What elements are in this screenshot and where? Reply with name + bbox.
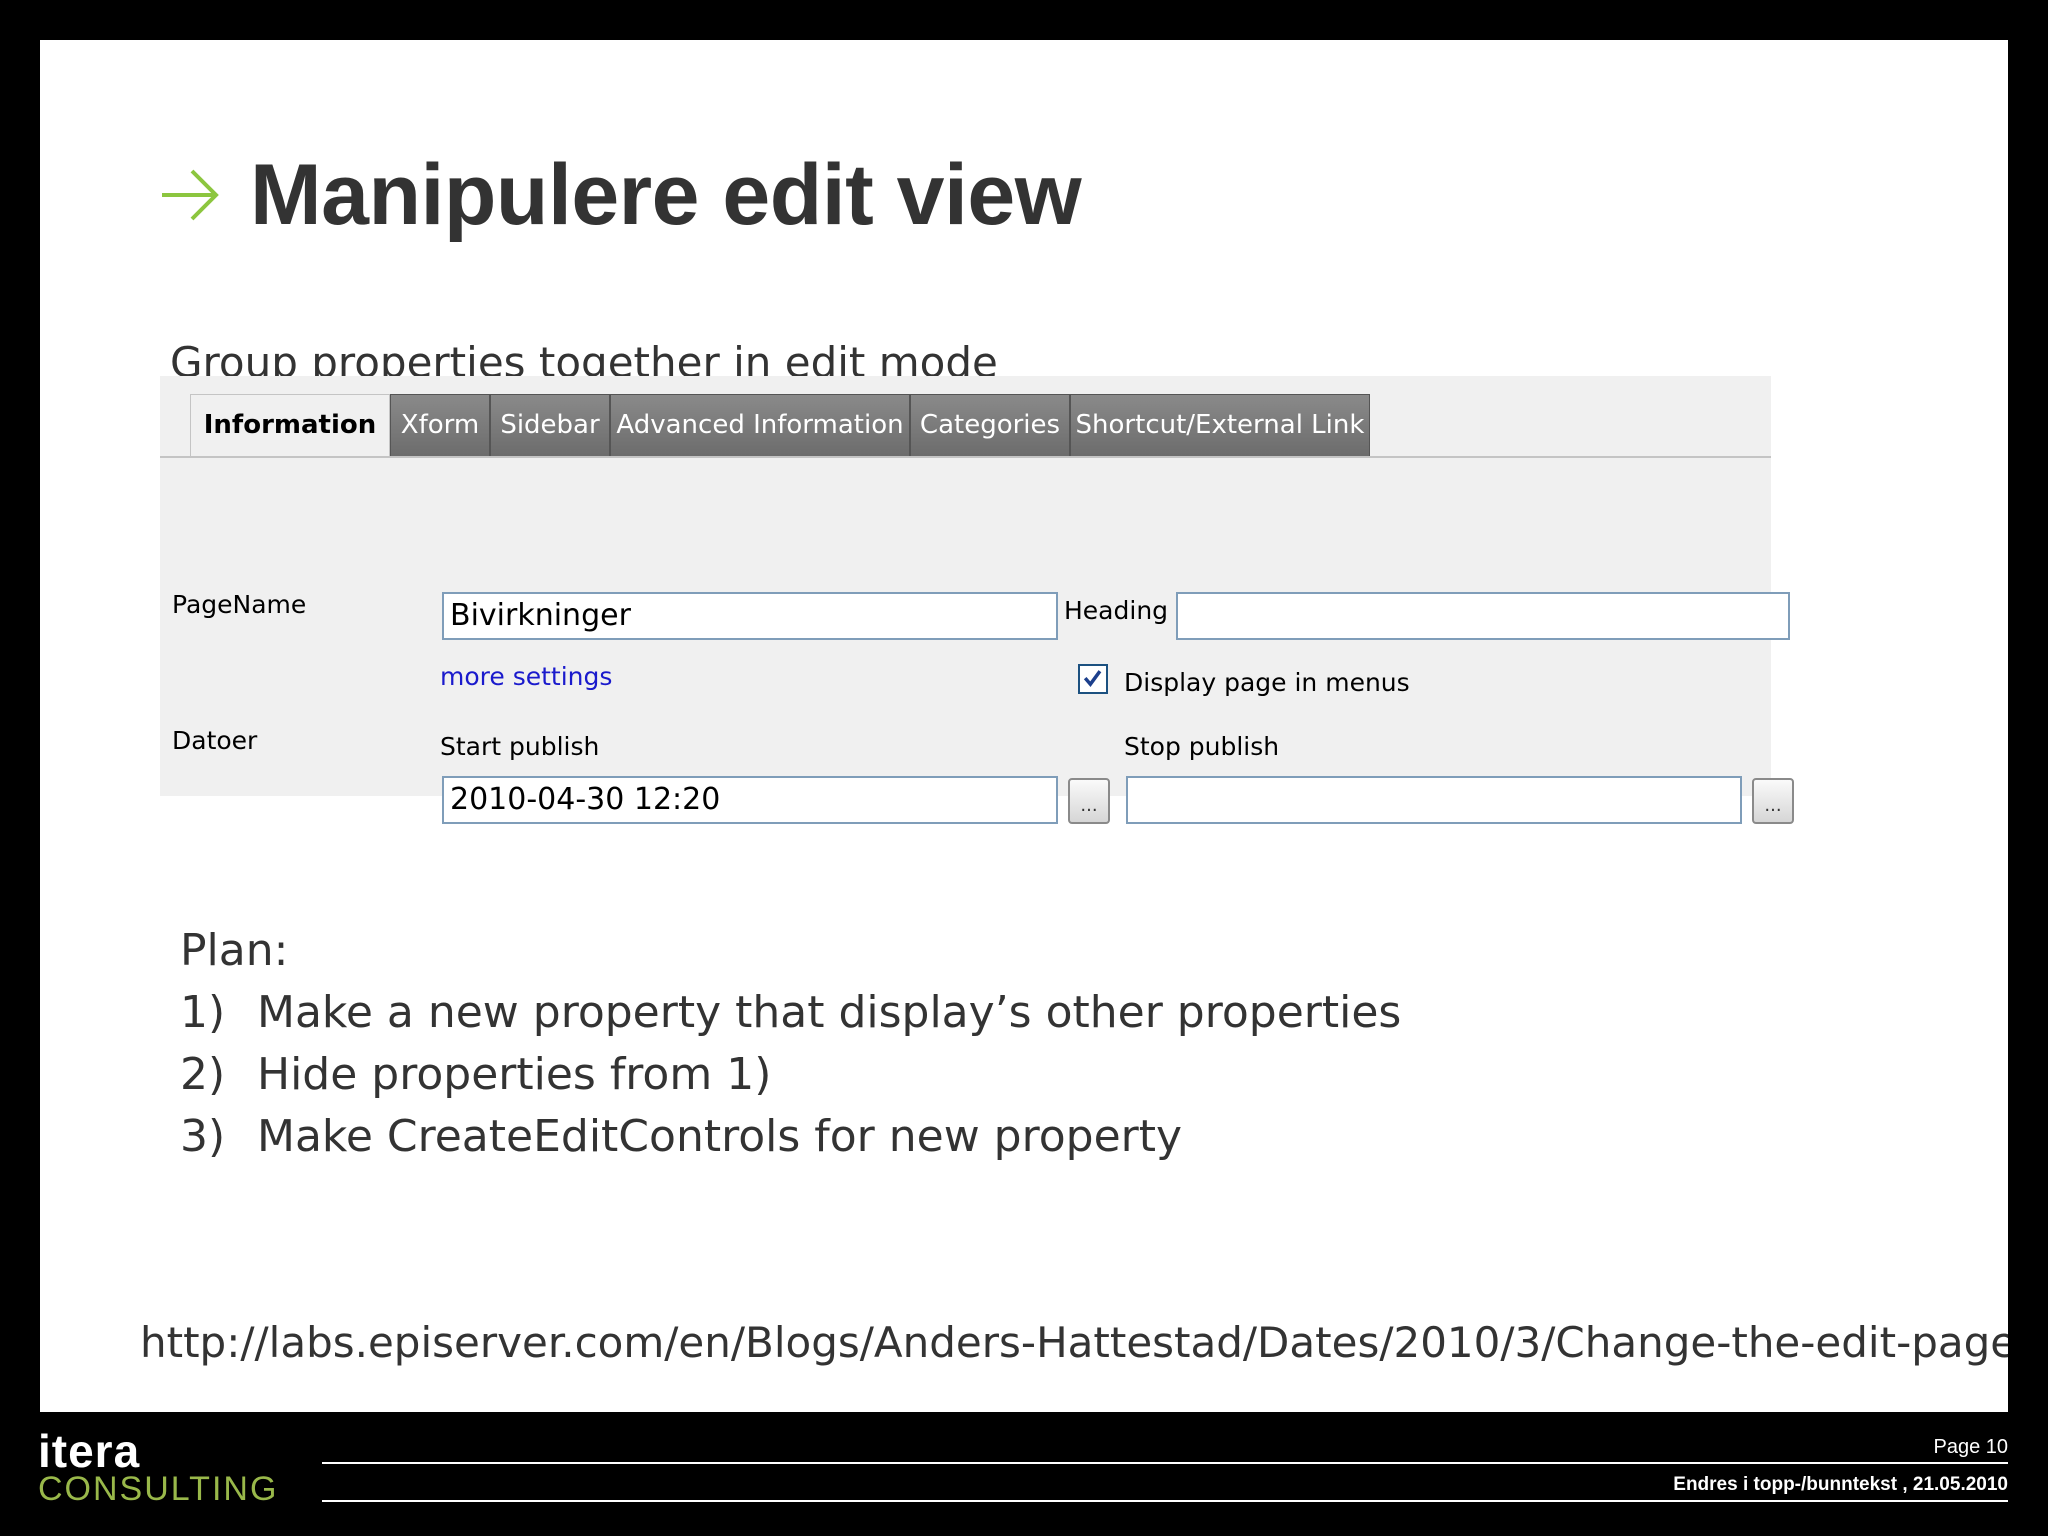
stop-publish-label: Stop publish [1124,732,1280,761]
list-item-text: Make CreateEditControls for new property [257,1111,1183,1162]
list-item: 2) Hide properties from 1) [180,1044,1401,1106]
tab-xform[interactable]: Xform [390,394,490,456]
heading-field[interactable] [1176,592,1790,640]
heading-label: Heading [1064,596,1169,625]
list-item-text: Make a new property that display’s other… [257,987,1402,1038]
logo-consulting: CONSULTING [38,1470,279,1508]
list-item-number: 3) [180,1111,226,1162]
more-settings-link[interactable]: more settings [440,662,612,691]
reference-url[interactable]: http://labs.episerver.com/en/Blogs/Ander… [140,1318,2008,1367]
plan-list: Plan: 1) Make a new property that displa… [180,920,1401,1168]
start-publish-picker-button[interactable]: ... [1068,778,1110,824]
page-number: Page 10 [1933,1436,2008,1458]
stop-publish-picker-button[interactable]: ... [1752,778,1794,824]
list-item-number: 1) [180,987,226,1038]
pagename-field[interactable]: Bivirkninger [442,592,1058,640]
start-publish-label: Start publish [440,732,600,761]
slide-title: Manipulere edit view [158,140,1082,250]
datoer-label: Datoer [172,726,258,755]
arrow-right-icon [162,169,219,221]
checkmark-icon [1083,670,1102,687]
display-in-menus-label: Display page in menus [1124,668,1410,697]
tab-categories[interactable]: Categories [910,394,1070,456]
tab-advanced-information[interactable]: Advanced Information [610,394,910,456]
footer-divider [322,1500,2008,1502]
title-text: Manipulere edit view [250,146,1082,243]
tab-bar: Information Xform Sidebar Advanced Infor… [160,376,1771,458]
footer-divider [322,1462,2008,1464]
tab-shortcut-external-link[interactable]: Shortcut/External Link [1070,394,1370,456]
slide: Manipulere edit view Group properties to… [40,40,2008,1412]
footer-note: Endres i topp-/bunntekst , 21.05.2010 [1673,1474,2008,1495]
list-item: 1) Make a new property that display’s ot… [180,982,1401,1044]
pagename-label: PageName [172,590,307,619]
list-item-number: 2) [180,1049,226,1100]
tab-sidebar[interactable]: Sidebar [490,394,610,456]
plan-heading: Plan: [180,925,289,976]
tab-information[interactable]: Information [190,394,390,456]
edit-form-screenshot: Information Xform Sidebar Advanced Infor… [160,376,1794,824]
list-item-text: Hide properties from 1) [257,1049,772,1100]
start-publish-field[interactable]: 2010-04-30 12:20 [442,776,1058,824]
stop-publish-field[interactable] [1126,776,1742,824]
display-in-menus-checkbox[interactable] [1078,664,1108,694]
list-item: 3) Make CreateEditControls for new prope… [180,1106,1401,1168]
